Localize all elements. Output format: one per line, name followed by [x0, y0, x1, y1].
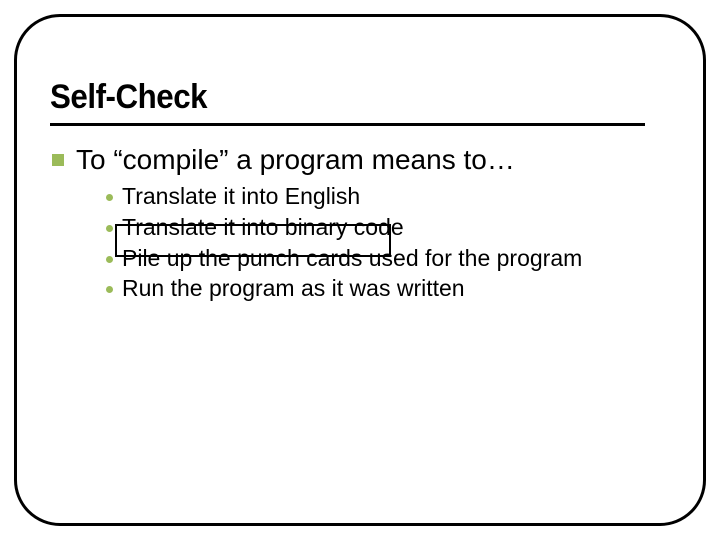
slide: Self-Check To “compile” a program means …: [0, 0, 720, 540]
list-item: Pile up the punch cards used for the pro…: [106, 244, 670, 273]
slide-content: Self-Check To “compile” a program means …: [50, 78, 670, 305]
slide-title: Self-Check: [50, 78, 620, 117]
dot-bullet-icon: [106, 194, 113, 201]
dot-bullet-icon: [106, 225, 113, 232]
square-bullet-icon: [52, 154, 64, 166]
question-text: To “compile” a program means to…: [76, 144, 515, 176]
question-row: To “compile” a program means to…: [52, 144, 670, 176]
options-list: Translate it into English Translate it i…: [106, 182, 670, 303]
option-text: Translate it into binary code: [122, 213, 404, 242]
list-item: Run the program as it was written: [106, 274, 670, 303]
title-underline: [50, 123, 645, 126]
option-text: Run the program as it was written: [122, 274, 465, 303]
option-text: Pile up the punch cards used for the pro…: [122, 244, 582, 273]
dot-bullet-icon: [106, 256, 113, 263]
list-item: Translate it into binary code: [106, 213, 670, 242]
option-text: Translate it into English: [122, 182, 360, 211]
dot-bullet-icon: [106, 286, 113, 293]
list-item: Translate it into English: [106, 182, 670, 211]
